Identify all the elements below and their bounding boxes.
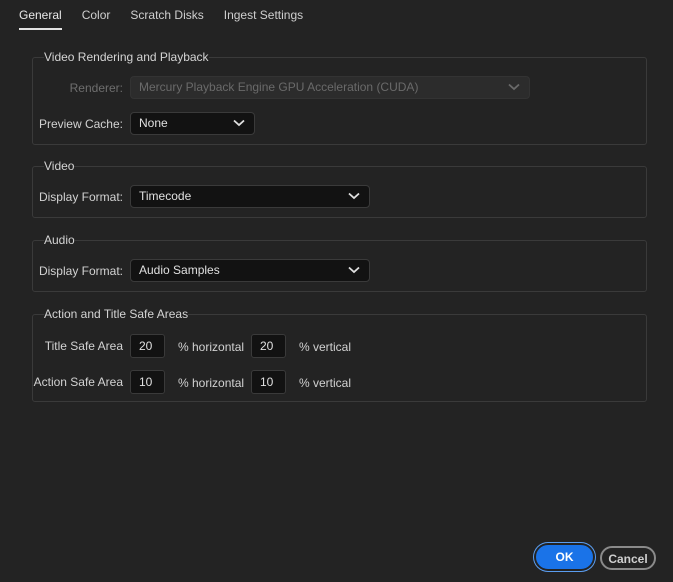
title-safe-vertical-input[interactable]: 20 [251,334,286,358]
video-display-format-select[interactable]: Timecode [130,185,370,208]
video-group: Video Display Format: Timecode [32,158,647,218]
chevron-down-icon [233,119,245,127]
audio-group: Audio Display Format: Audio Samples [32,232,647,292]
ok-button[interactable]: OK [536,545,593,569]
video-display-format-label: Display Format: [38,190,123,204]
title-safe-vertical-unit: % vertical [299,340,352,354]
renderer-select: Mercury Playback Engine GPU Acceleration… [130,76,530,99]
tab-scratch-disks[interactable]: Scratch Disks [130,8,203,30]
renderer-value: Mercury Playback Engine GPU Acceleration… [139,80,419,94]
video-rendering-group: Video Rendering and Playback Renderer: M… [32,49,647,145]
chevron-down-icon [508,83,520,91]
action-safe-vertical-unit: % vertical [299,376,352,390]
preview-cache-label: Preview Cache: [38,117,123,131]
action-safe-vertical-input[interactable]: 10 [251,370,286,394]
action-safe-horizontal-input[interactable]: 10 [130,370,165,394]
title-safe-horizontal-unit: % horizontal [178,340,245,354]
tab-color[interactable]: Color [82,8,111,30]
video-rendering-title: Video Rendering and Playback [44,49,209,65]
renderer-label: Renderer: [69,81,123,95]
audio-display-format-select[interactable]: Audio Samples [130,259,370,282]
audio-display-format-label: Display Format: [38,264,123,278]
tab-bar: General Color Scratch Disks Ingest Setti… [19,8,323,30]
video-display-format-value: Timecode [139,189,192,203]
action-safe-horizontal-unit: % horizontal [178,376,245,390]
safe-areas-group: Action and Title Safe Areas Title Safe A… [32,306,647,402]
cancel-button[interactable]: Cancel [600,546,656,570]
title-safe-label: Title Safe Area [44,339,123,353]
audio-display-format-value: Audio Samples [139,263,220,277]
preview-cache-value: None [139,116,168,130]
preview-cache-select[interactable]: None [130,112,255,135]
tab-ingest-settings[interactable]: Ingest Settings [224,8,303,30]
safe-areas-title: Action and Title Safe Areas [44,306,189,322]
audio-title: Audio [44,232,75,248]
title-safe-horizontal-input[interactable]: 20 [130,334,165,358]
action-safe-label: Action Safe Area [33,375,123,389]
chevron-down-icon [348,266,360,274]
video-title: Video [44,158,75,174]
tab-general[interactable]: General [19,8,62,30]
chevron-down-icon [348,192,360,200]
